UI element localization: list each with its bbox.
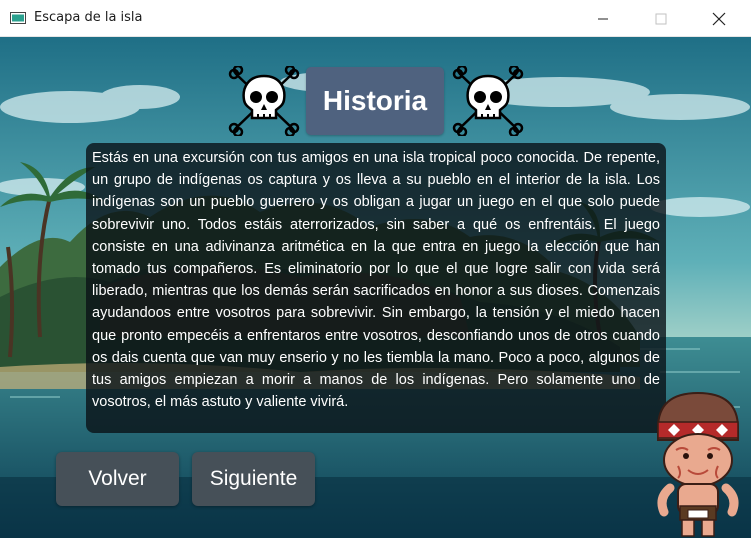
island-scene: Historia Estás en una excursión con tus … bbox=[0, 37, 751, 538]
historia-title-button[interactable]: Historia bbox=[306, 67, 444, 135]
minimize-button[interactable] bbox=[580, 0, 626, 37]
app-icon bbox=[10, 12, 26, 24]
maximize-button[interactable] bbox=[638, 0, 684, 37]
close-button[interactable] bbox=[696, 0, 742, 37]
close-icon bbox=[712, 12, 726, 25]
window-title: Escapa de la isla bbox=[34, 10, 143, 25]
next-button[interactable]: Siguiente bbox=[192, 452, 315, 506]
window-titlebar: Escapa de la isla bbox=[0, 0, 751, 37]
minimize-icon bbox=[598, 18, 608, 19]
skull-crossbones-icon bbox=[452, 66, 524, 136]
maximize-icon bbox=[655, 13, 667, 24]
tribal-warrior-illustration bbox=[657, 391, 739, 537]
story-text: Estás en una excursión con tus amigos en… bbox=[86, 143, 666, 433]
skull-crossbones-icon bbox=[228, 66, 300, 136]
back-button[interactable]: Volver bbox=[56, 452, 179, 506]
